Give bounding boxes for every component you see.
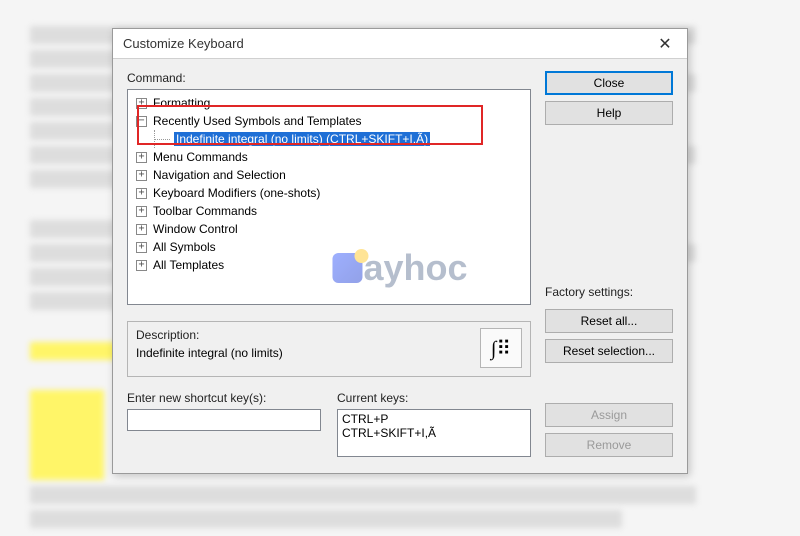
expand-icon[interactable]: + [136,206,147,217]
tree-item-label: All Templates [153,258,224,272]
list-item[interactable]: CTRL+SKIFT+I,Ã [342,426,526,440]
expand-icon[interactable]: + [136,224,147,235]
list-item[interactable]: CTRL+P [342,412,526,426]
tree-item-label: Menu Commands [153,150,248,164]
expand-icon[interactable]: + [136,152,147,163]
tree-item-label: Window Control [153,222,238,236]
tree-item[interactable]: −Recently Used Symbols and Templates [130,112,528,130]
close-icon[interactable]: ✕ [643,29,687,58]
expand-icon[interactable]: + [136,242,147,253]
command-label: Command: [127,71,531,85]
tree-item[interactable]: + Navigation and Selection [130,166,528,184]
close-button[interactable]: Close [545,71,673,95]
tree-item-label: Indefinite integral (no limits) (CTRL+SK… [174,132,430,146]
tree-item-label: Recently Used Symbols and Templates [153,114,362,128]
tree-item-label: All Symbols [153,240,216,254]
expand-icon[interactable]: + [136,170,147,181]
description-panel: Description: Indefinite integral (no lim… [127,321,531,377]
expand-icon[interactable]: + [136,260,147,271]
collapse-icon[interactable]: − [136,116,147,127]
tree-item[interactable]: + Formatting [130,94,528,112]
tree-item-label: Navigation and Selection [153,168,286,182]
description-text: Indefinite integral (no limits) [136,346,474,360]
tree-item[interactable]: + All Symbols [130,238,528,256]
shortcut-input[interactable] [127,409,321,431]
customize-keyboard-dialog: Customize Keyboard ✕ Command: + Formattin… [112,28,688,474]
shortcut-label: Enter new shortcut key(s): [127,391,321,405]
remove-button[interactable]: Remove [545,433,673,457]
current-keys-list[interactable]: CTRL+PCTRL+SKIFT+I,Ã [337,409,531,457]
currentkeys-label: Current keys: [337,391,531,405]
reset-selection-button[interactable]: Reset selection... [545,339,673,363]
tree-item-label: Toolbar Commands [153,204,257,218]
tree-item[interactable]: + Window Control [130,220,528,238]
assign-button[interactable]: Assign [545,403,673,427]
tree-item[interactable]: + Menu Commands [130,148,528,166]
expand-icon[interactable]: + [136,98,147,109]
tree-item[interactable]: + Toolbar Commands [130,202,528,220]
help-button[interactable]: Help [545,101,673,125]
reset-all-button[interactable]: Reset all... [545,309,673,333]
command-tree[interactable]: +Formatting−Recently Used Symbols and Te… [127,89,531,305]
titlebar: Customize Keyboard ✕ [113,29,687,59]
integral-icon: ∫⠿ [480,328,522,368]
dialog-title: Customize Keyboard [113,36,643,51]
tree-item-label: Formatting [153,96,210,110]
tree-item[interactable]: + All Templates [130,256,528,274]
description-label: Description: [136,328,474,342]
tree-item-label: Keyboard Modifiers (one-shots) [153,186,320,200]
expand-icon[interactable]: + [136,188,147,199]
tree-item[interactable]: + Keyboard Modifiers (one-shots) [130,184,528,202]
factory-settings-label: Factory settings: [545,285,673,299]
tree-item[interactable]: Indefinite integral (no limits) (CTRL+SK… [130,130,528,148]
